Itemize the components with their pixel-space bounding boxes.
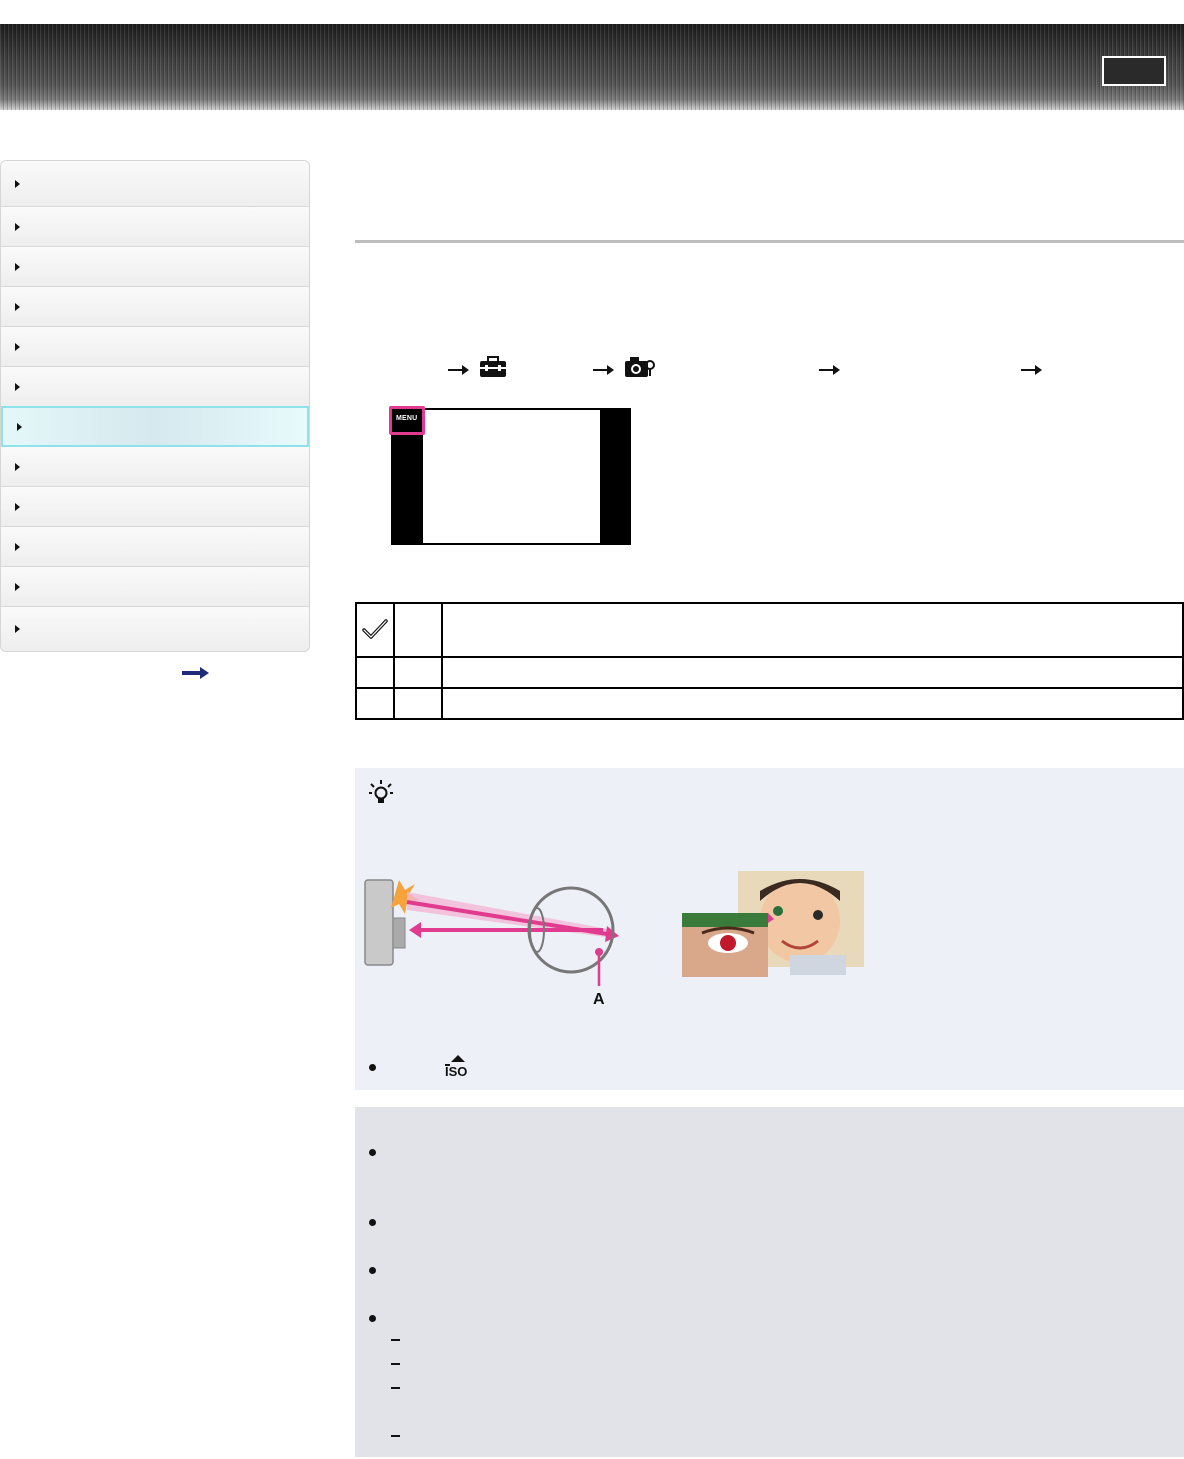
triangle-right-icon xyxy=(15,582,20,591)
table-cell-name xyxy=(393,687,443,720)
table-cell-icon xyxy=(355,656,395,689)
diagram-label-a: A xyxy=(593,991,605,1008)
hint-box: A ISO xyxy=(355,768,1184,1090)
sidebar-item-2[interactable] xyxy=(1,207,309,247)
arrow-right-icon xyxy=(448,365,469,375)
sidebar-item-5[interactable] xyxy=(1,327,309,367)
table-cell-description xyxy=(441,687,1184,720)
sidebar-item-12[interactable] xyxy=(1,607,309,651)
menu-path xyxy=(355,356,1184,384)
arrow-right-icon xyxy=(819,365,840,375)
table-cell-icon xyxy=(355,602,395,658)
triangle-right-icon xyxy=(15,462,20,471)
iso-up-icon: ISO xyxy=(445,1055,467,1078)
triangle-right-icon xyxy=(15,382,20,391)
table-row[interactable] xyxy=(355,602,1184,658)
triangle-right-icon xyxy=(15,262,20,271)
triangle-right-icon xyxy=(15,179,20,188)
triangle-right-icon xyxy=(15,625,20,633)
dash-marker xyxy=(391,1387,400,1389)
note-box xyxy=(355,1107,1184,1457)
table-cell-description xyxy=(441,602,1184,658)
camera-screen-illustration xyxy=(391,408,631,545)
sidebar-item-1[interactable] xyxy=(1,161,309,207)
sidebar-item-10[interactable] xyxy=(1,527,309,567)
sidebar-item-9[interactable] xyxy=(1,487,309,527)
options-table xyxy=(355,602,1184,720)
lightbulb-hint-icon xyxy=(369,780,393,803)
header-banner xyxy=(0,24,1184,110)
dash-marker xyxy=(391,1363,400,1365)
table-cell-name xyxy=(393,656,443,689)
bullet-dot xyxy=(369,1219,376,1226)
camera-screen-display xyxy=(423,410,600,543)
shooting-settings-camera-icon xyxy=(625,357,655,377)
dash-marker xyxy=(391,1435,400,1437)
bullet-dot xyxy=(369,1315,376,1322)
triangle-right-icon xyxy=(15,502,20,511)
sidebar-item-4[interactable] xyxy=(1,287,309,327)
checkmark-icon xyxy=(362,619,388,639)
sidebar-item-11[interactable] xyxy=(1,567,309,607)
table-cell-description xyxy=(441,656,1184,689)
sidebar-item-8[interactable] xyxy=(1,447,309,487)
table-cell-name xyxy=(393,602,443,658)
title-divider xyxy=(355,240,1184,243)
triangle-right-icon xyxy=(15,302,20,311)
table-row[interactable] xyxy=(355,687,1184,720)
red-eye-sample-photos xyxy=(682,871,864,977)
setup-toolbox-icon xyxy=(480,356,506,377)
table-row[interactable] xyxy=(355,656,1184,689)
dash-marker xyxy=(391,1339,400,1341)
sidebar-nav xyxy=(0,160,310,652)
bullet-dot xyxy=(369,1064,376,1071)
arrow-right-icon[interactable] xyxy=(182,666,210,680)
triangle-right-icon xyxy=(15,342,20,351)
menu-button-highlight: MENU xyxy=(389,406,425,435)
triangle-right-icon xyxy=(17,422,22,431)
red-eye-diagram: A xyxy=(364,879,619,1008)
sidebar-item-6[interactable] xyxy=(1,367,309,407)
header-top-button[interactable] xyxy=(1102,56,1166,86)
bullet-dot xyxy=(369,1149,376,1156)
svg-text:ISO: ISO xyxy=(445,1064,467,1078)
bullet-dot xyxy=(369,1267,376,1274)
arrow-right-icon xyxy=(593,365,614,375)
sidebar-item-3[interactable] xyxy=(1,247,309,287)
sidebar-item-7-active[interactable] xyxy=(1,406,309,447)
menu-button-label: MENU xyxy=(396,415,418,422)
triangle-right-icon xyxy=(15,222,20,231)
triangle-right-icon xyxy=(15,542,20,551)
table-cell-icon xyxy=(355,687,395,720)
arrow-right-icon xyxy=(1021,365,1042,375)
